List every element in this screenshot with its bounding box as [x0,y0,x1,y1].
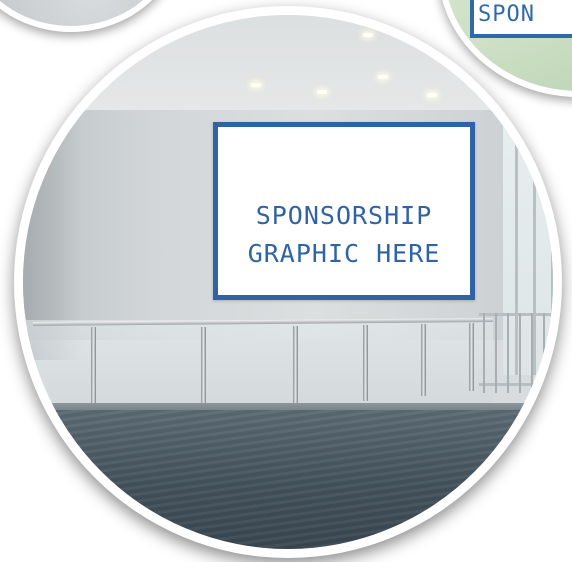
barrier-bar [543,313,545,393]
barrier-bar [531,313,533,393]
railing-post [363,325,368,401]
collage: SPON SPONSORSHIP GRAPHIC HERE [0,0,572,562]
hallway-scene: SPONSORSHIP GRAPHIC HERE [23,15,553,549]
sign-line-2: GRAPHIC HERE [247,239,441,268]
ceiling-light [378,75,388,79]
barrier-bar [483,313,485,393]
barrier-bar [495,313,497,393]
railing-post [293,326,298,406]
barrier-bar [519,313,521,393]
carpet-floor [23,410,553,549]
sponsorship-sign: SPONSORSHIP GRAPHIC HERE [213,122,475,300]
ceiling [23,15,553,115]
barrier-bar [507,313,509,393]
barrier-bar [555,313,557,393]
sign-line-1: SPONSORSHIP [255,201,433,230]
railing-post [91,327,96,415]
ceiling-light [251,83,261,87]
railing-post [201,327,206,413]
ceiling-light [317,90,327,94]
ceiling-light [363,33,373,37]
railing-post [421,324,426,396]
crowd-barrier [479,313,557,393]
ceiling-light [427,93,437,97]
main-photo-circle: SPONSORSHIP GRAPHIC HERE [14,6,562,558]
railing-post [469,323,474,391]
